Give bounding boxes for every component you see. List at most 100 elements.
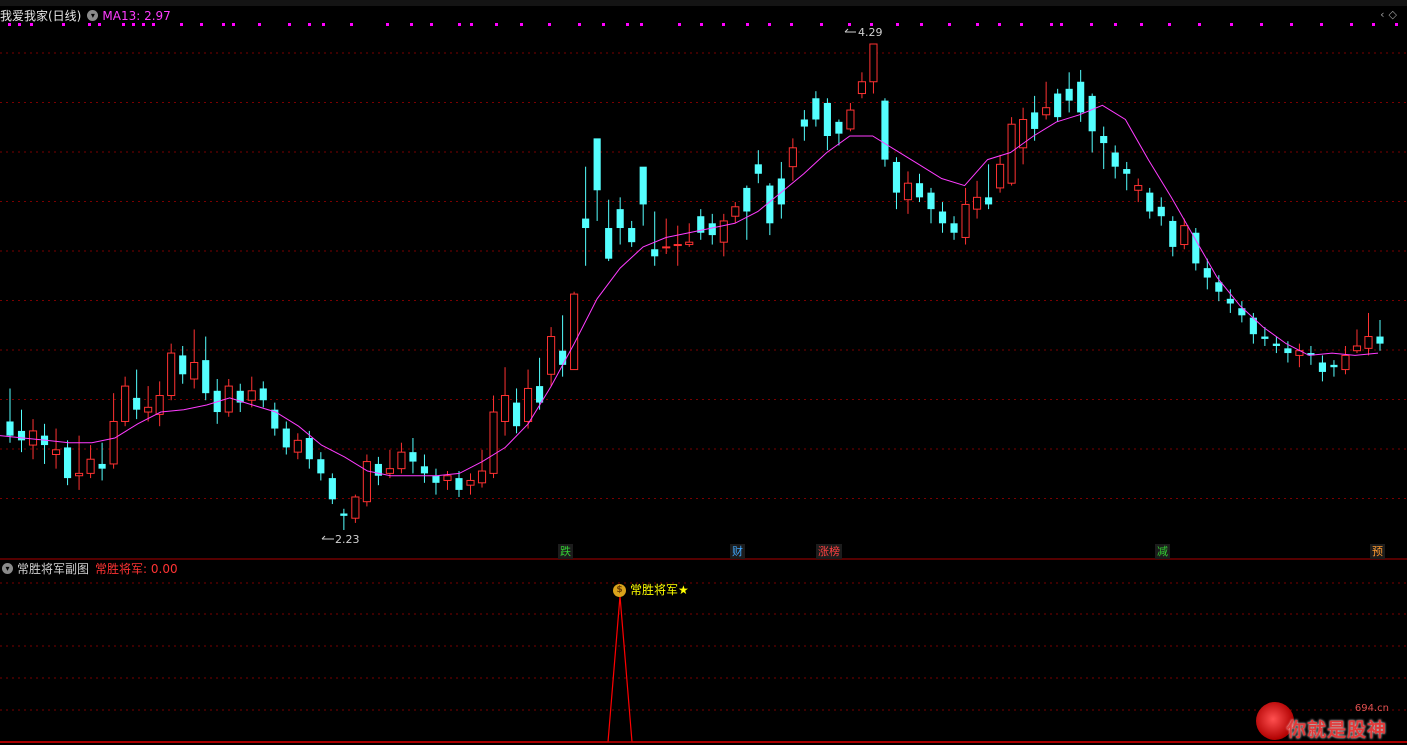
signal-dot	[350, 23, 353, 26]
signal-dot	[848, 23, 851, 26]
candle-body	[719, 220, 728, 243]
candle	[17, 409, 26, 453]
signal-dot	[626, 23, 629, 26]
candle	[1352, 329, 1362, 354]
candle-body	[385, 468, 394, 474]
diamond-icon[interactable]: ◇	[1389, 8, 1401, 21]
candle-body	[915, 183, 924, 198]
signal-label: 常胜将军★	[630, 583, 689, 597]
candle-body	[1007, 123, 1016, 184]
candle	[63, 440, 72, 486]
candle-body	[86, 458, 95, 474]
candle-body	[628, 228, 636, 243]
candle	[961, 187, 970, 245]
signal-dot	[678, 23, 681, 26]
candle-body	[420, 466, 429, 474]
candle	[846, 102, 855, 132]
candle	[1272, 336, 1280, 354]
candle	[743, 185, 751, 240]
candle	[1192, 228, 1200, 271]
candle	[1019, 107, 1028, 165]
ma13-line	[0, 104, 1379, 477]
candle	[190, 329, 199, 389]
chevron-left-icon[interactable]: ‹	[1380, 8, 1388, 21]
signal-dot	[700, 23, 703, 26]
candle-body	[593, 138, 601, 191]
candlestick-series	[6, 43, 1384, 530]
candle	[697, 209, 705, 240]
candle	[1146, 187, 1154, 219]
stock-name[interactable]: 我爱我家(日线)	[0, 9, 81, 23]
candle	[731, 202, 740, 224]
signal-dot	[896, 23, 899, 26]
candle-body	[800, 119, 808, 127]
candle-body	[1364, 336, 1373, 349]
sub-chart-title[interactable]: 常胜将军副图	[17, 562, 89, 576]
candle-body	[202, 360, 210, 394]
sub-chart-grid	[0, 582, 1407, 711]
candle	[155, 381, 164, 427]
signal-dot	[578, 23, 581, 26]
candle	[1134, 178, 1143, 203]
high-price-label: 4.29	[858, 26, 883, 39]
candle	[570, 291, 579, 371]
dropdown-circle-icon[interactable]: ▾	[2, 563, 13, 574]
candle-body	[63, 447, 72, 479]
candle-body	[972, 196, 982, 210]
signal-dot	[1230, 23, 1233, 26]
candle-body	[144, 406, 153, 413]
candle-body	[98, 463, 106, 469]
event-tag[interactable]: 跌	[558, 544, 573, 559]
signal-dot	[640, 23, 643, 26]
candle	[972, 180, 982, 219]
candle-body	[397, 451, 406, 470]
event-tag[interactable]: 涨榜	[816, 544, 842, 559]
event-tag[interactable]: 减	[1155, 544, 1170, 559]
candle-body	[1111, 152, 1119, 167]
candle-body	[1226, 298, 1234, 304]
candle-body	[409, 452, 417, 462]
signal-dot	[790, 23, 793, 26]
candle-body	[293, 439, 302, 453]
signal-dot	[1114, 23, 1117, 26]
candle-body	[190, 361, 199, 380]
event-tag[interactable]: 预	[1370, 544, 1385, 559]
candle-body	[1031, 112, 1039, 129]
signal-dot	[222, 23, 225, 26]
candle	[51, 428, 61, 469]
candle	[133, 369, 141, 420]
candle	[869, 43, 878, 94]
dropdown-circle-icon[interactable]: ▾	[87, 10, 99, 21]
signal-dot	[258, 23, 261, 26]
candle	[489, 395, 498, 479]
candle-body	[823, 102, 831, 137]
candle	[340, 508, 348, 530]
candle	[1364, 312, 1373, 356]
sub-chart-header: ▾ 常胜将军副图 常胜将军: 0.00	[0, 561, 178, 577]
candle-body	[1284, 348, 1292, 354]
candle	[639, 166, 647, 226]
candle-body	[1341, 354, 1350, 371]
signal-dot	[232, 23, 235, 26]
chart-canvas: 4.29 2.23	[0, 23, 1407, 743]
candle-body	[605, 228, 613, 259]
candle	[628, 220, 636, 247]
candle	[247, 376, 256, 408]
candle-body	[109, 420, 118, 465]
event-tag[interactable]: 财	[730, 544, 745, 559]
candle-body	[1146, 192, 1154, 212]
candle-body	[1134, 185, 1143, 191]
candle-body	[582, 218, 590, 229]
candle-body	[167, 352, 176, 397]
candle	[1318, 355, 1327, 382]
candle-body	[443, 475, 452, 481]
candle-body	[777, 178, 785, 205]
signal-dot-row	[8, 23, 1398, 26]
candle	[1295, 343, 1304, 368]
signal-dot	[308, 23, 311, 26]
candle-body	[51, 449, 61, 456]
candle-body	[1203, 268, 1211, 278]
candle-body	[6, 421, 14, 436]
candle	[788, 138, 797, 181]
candle-body	[1054, 93, 1062, 118]
